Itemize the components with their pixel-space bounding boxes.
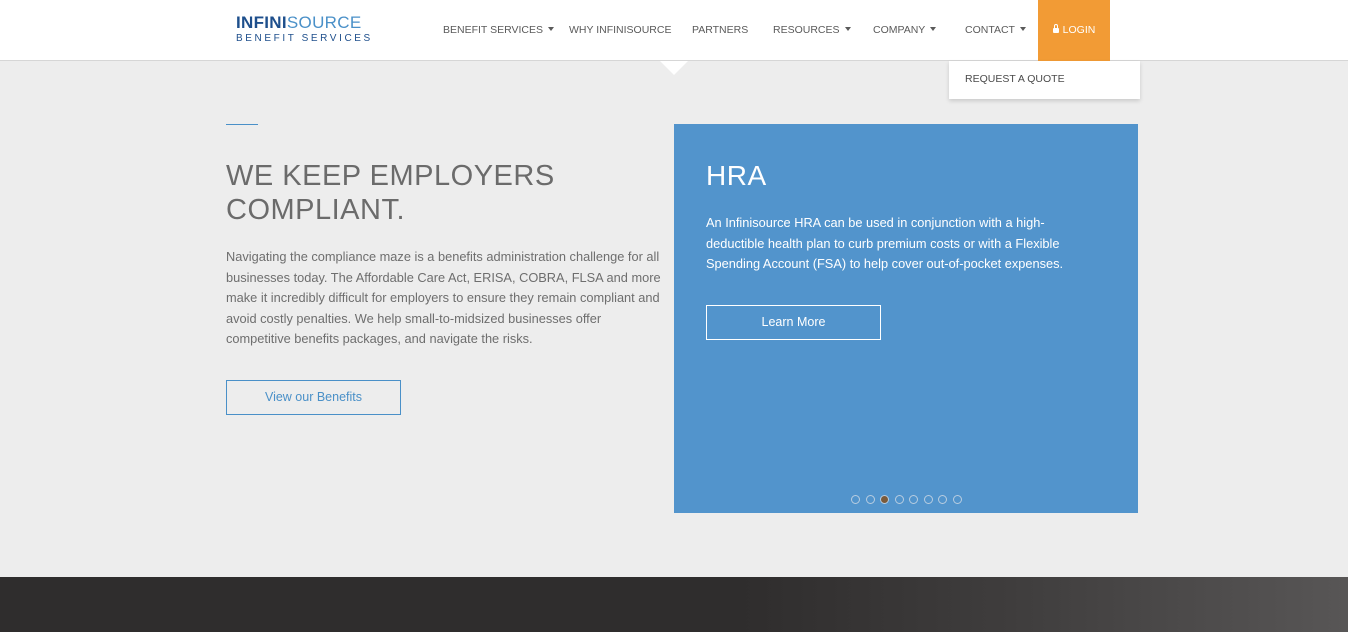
site-header: INFINISOURCE BENEFIT SERVICES BENEFIT SE… [0, 0, 1348, 61]
caret-down-icon [930, 27, 937, 32]
slide-text: An Infinisource HRA can be used in conju… [706, 215, 1064, 271]
nav-item-resources[interactable]: RESOURCES [773, 0, 851, 61]
slider-dot[interactable] [851, 495, 860, 504]
slider-card: HRA An Infinisource HRA can be used in c… [674, 124, 1138, 513]
slider-dot-active[interactable] [880, 495, 889, 504]
nav-item-benefit-services[interactable]: BENEFIT SERVICES [443, 0, 554, 61]
caret-down-icon [1019, 27, 1026, 32]
hero-body-text: Navigating the compliance maze is a bene… [226, 249, 661, 346]
slider-dot[interactable] [865, 495, 875, 504]
nav-pointer-arrow [660, 61, 688, 75]
slider-dot[interactable] [894, 495, 904, 504]
nav-item-contact[interactable]: CONTACT [965, 0, 1026, 61]
slider-pagination [851, 495, 962, 504]
nav-item-company[interactable]: COMPANY [873, 0, 937, 61]
hero-headline-line: COMPLIANT. [226, 194, 406, 226]
dropdown-item-request-a-quote[interactable]: REQUEST A QUOTE [965, 73, 1065, 85]
login-button[interactable]: LOGIN [1038, 0, 1110, 61]
logo-tagline: BENEFIT SERVICES [236, 33, 373, 44]
nav-item-partners[interactable]: PARTNERS [692, 0, 748, 61]
lock-icon [1052, 24, 1059, 33]
login-label: LOGIN [1062, 24, 1096, 36]
hero-headline: WE KEEP EMPLOYERS COMPLIANT. [226, 159, 656, 227]
slider-dot[interactable] [923, 495, 933, 504]
caret-down-icon [547, 27, 554, 32]
infinisource-logo[interactable]: INFINISOURCE BENEFIT SERVICES [236, 14, 386, 46]
logo-wordmark: INFINISOURCE [236, 13, 362, 32]
slider-dot[interactable] [952, 495, 962, 504]
nav-item-why-infinisource[interactable]: WHY INFINISOURCE [569, 0, 671, 61]
slider-dot[interactable] [938, 495, 947, 504]
nav-label: RESOURCES [773, 24, 840, 36]
learn-more-button[interactable]: Learn More [706, 305, 881, 340]
hero-headline-line: WE KEEP EMPLOYERS [226, 160, 555, 192]
view-benefits-button[interactable]: View our Benefits [226, 380, 401, 415]
nav-label: COMPANY [873, 24, 926, 36]
nav-label: WHY INFINISOURCE [569, 24, 672, 36]
accent-divider [226, 124, 258, 125]
contact-dropdown-menu: REQUEST A QUOTE [949, 61, 1140, 99]
slide-title: HRA [706, 160, 767, 191]
nav-label: CONTACT [965, 24, 1015, 36]
dark-section-band [0, 577, 1348, 632]
nav-label: BENEFIT SERVICES [443, 24, 543, 36]
slider-dot[interactable] [909, 495, 918, 504]
nav-label: PARTNERS [692, 24, 749, 36]
caret-down-icon [844, 27, 851, 32]
